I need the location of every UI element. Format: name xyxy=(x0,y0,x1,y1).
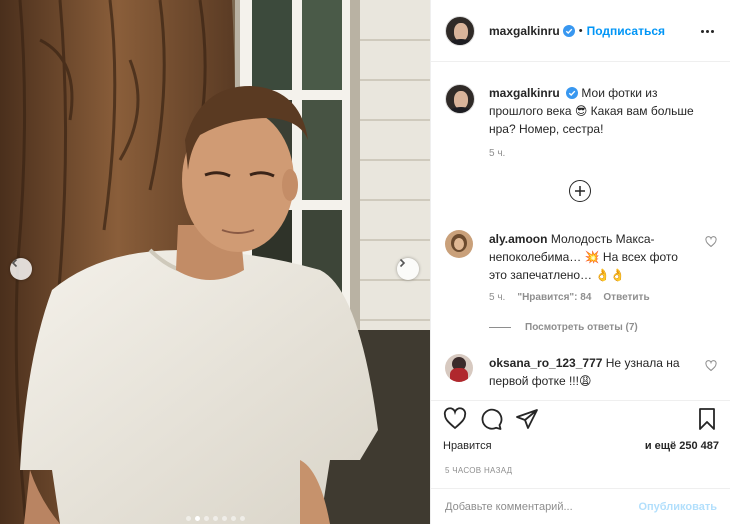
comment-username[interactable]: aly.amoon xyxy=(489,232,547,246)
comment-likes-count[interactable]: "Нравится": 84 xyxy=(517,292,591,303)
carousel-dot xyxy=(212,516,218,521)
add-comment-form: Опубликовать xyxy=(431,488,730,524)
caption-username[interactable]: maxgalkinru xyxy=(489,86,560,100)
caption-timestamp[interactable]: 5 ч. xyxy=(489,148,505,159)
more-dots-icon xyxy=(701,29,704,33)
verified-badge-icon xyxy=(566,87,579,99)
comment-body: oksana_ro_123_777 Не узнала на первой фо… xyxy=(489,354,689,390)
author-username[interactable]: maxgalkinru xyxy=(489,24,560,38)
previous-slide-button[interactable] xyxy=(10,258,32,280)
likes-summary: Нравится и ещё 250 487 xyxy=(443,440,719,452)
next-slide-button[interactable] xyxy=(397,258,419,280)
comment-item: oksana_ro_123_777 Не узнала на первой фо… xyxy=(445,354,717,390)
post-header: maxgalkinru • Подписаться xyxy=(431,0,730,62)
comment-timestamp[interactable]: 5 ч. xyxy=(489,292,505,303)
view-replies-label[interactable]: Посмотреть ответы (7) xyxy=(525,322,638,333)
caption-author-avatar[interactable] xyxy=(445,84,475,114)
comments-section: maxgalkinru Мои фотки из прошлого века 😎… xyxy=(431,62,730,400)
bookmark-icon[interactable] xyxy=(695,407,719,431)
author-avatar[interactable] xyxy=(445,15,475,46)
caption-body: maxgalkinru Мои фотки из прошлого века 😎… xyxy=(489,84,699,138)
follow-button[interactable]: Подписаться xyxy=(587,24,665,38)
more-options-button[interactable] xyxy=(701,24,715,38)
post-actions-bar xyxy=(431,400,730,436)
reply-button[interactable]: Ответить xyxy=(603,292,649,303)
carousel-dot xyxy=(194,516,200,521)
commenter-avatar[interactable] xyxy=(445,230,473,258)
carousel-dot xyxy=(221,516,227,521)
comment-item: aly.amoon Молодость Макса-непоколебима… … xyxy=(445,230,717,284)
load-more-comments-button[interactable] xyxy=(569,180,591,202)
commenter-avatar[interactable] xyxy=(445,354,473,382)
photo-image xyxy=(0,0,430,524)
like-comment-heart-icon[interactable] xyxy=(705,236,717,248)
carousel-dot xyxy=(185,516,191,521)
verified-badge-icon xyxy=(562,24,575,37)
post-side-panel: maxgalkinru • Подписаться maxgalkinru Мо… xyxy=(430,0,730,524)
plus-icon xyxy=(575,186,585,196)
post-photo[interactable] xyxy=(0,0,430,524)
view-replies-button[interactable]: Посмотреть ответы (7) xyxy=(489,322,638,333)
post-timestamp[interactable]: 5 ЧАСОВ НАЗАД xyxy=(445,466,512,475)
like-comment-heart-icon[interactable] xyxy=(705,360,717,372)
add-comment-input[interactable] xyxy=(445,500,625,513)
like-heart-icon[interactable] xyxy=(443,407,467,431)
replies-divider xyxy=(489,327,511,328)
carousel-dot xyxy=(230,516,236,521)
share-paper-plane-icon[interactable] xyxy=(515,407,539,431)
carousel-indicator xyxy=(0,516,430,521)
comment-username[interactable]: oksana_ro_123_777 xyxy=(489,356,602,370)
comment-bubble-icon[interactable] xyxy=(479,407,503,431)
post-caption: maxgalkinru Мои фотки из прошлого века 😎… xyxy=(445,84,715,138)
separator-dot: • xyxy=(578,24,583,37)
chevron-right-icon xyxy=(399,258,406,268)
like-label: Нравится xyxy=(443,440,492,452)
publish-comment-button[interactable]: Опубликовать xyxy=(638,501,717,513)
comment-body: aly.amoon Молодость Макса-непоколебима… … xyxy=(489,230,689,284)
carousel-dot xyxy=(203,516,209,521)
carousel-dot xyxy=(239,516,245,521)
chevron-left-icon xyxy=(11,258,18,268)
likes-count-link[interactable]: и ещё 250 487 xyxy=(645,440,719,452)
comment-meta: 5 ч. "Нравится": 84 Ответить xyxy=(489,292,650,303)
